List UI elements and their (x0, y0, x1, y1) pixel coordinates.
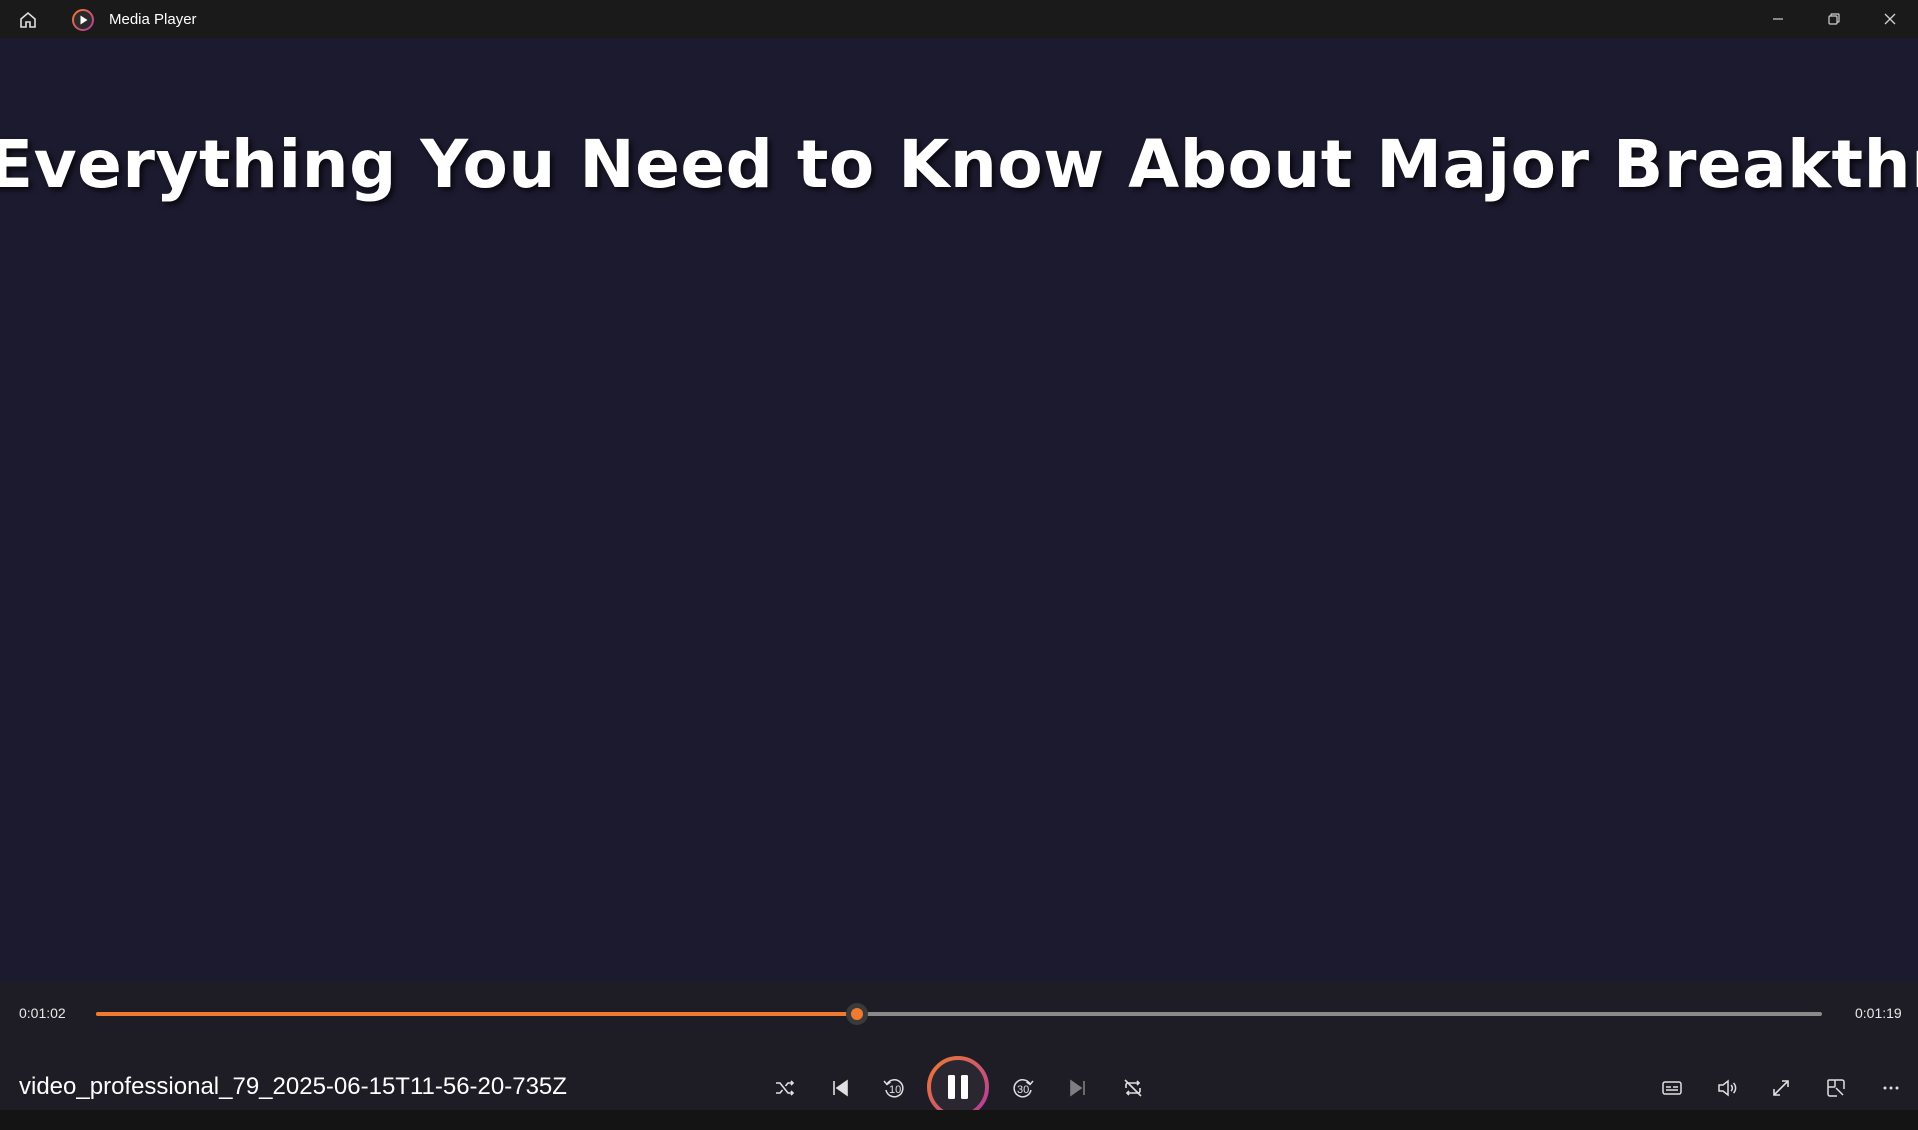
seek-bar-progress (96, 1012, 858, 1016)
more-options-button[interactable] (1871, 1068, 1911, 1108)
next-button[interactable] (1058, 1068, 1098, 1108)
skip-forward-30-button[interactable]: 30 (1003, 1068, 1043, 1108)
taskbar-strip (0, 1110, 1918, 1130)
shuffle-button[interactable] (765, 1068, 805, 1108)
more-options-icon (1883, 1086, 1899, 1090)
shuffle-icon (776, 1080, 795, 1096)
minimize-icon (1773, 18, 1783, 20)
repeat-off-icon (1124, 1079, 1142, 1097)
volume-icon (1718, 1079, 1737, 1097)
skip-back-10-label: 10 (889, 1084, 902, 1096)
home-button[interactable] (16, 8, 40, 32)
total-time: 0:01:19 (1855, 1005, 1902, 1021)
mini-player-icon (1827, 1079, 1845, 1097)
previous-button[interactable] (820, 1068, 860, 1108)
volume-button[interactable] (1707, 1068, 1747, 1108)
media-filename: video_professional_79_2025-06-15T11-56-2… (19, 1073, 567, 1100)
previous-icon (833, 1079, 848, 1097)
skip-forward-30-label: 30 (1017, 1084, 1030, 1096)
restore-icon (1828, 13, 1840, 25)
repeat-button[interactable] (1113, 1068, 1153, 1108)
video-overlay-title: Everything You Need to Know About Major … (0, 126, 1918, 203)
restore-button[interactable] (1806, 0, 1862, 38)
title-bar: Media Player (0, 0, 1918, 38)
next-icon (1070, 1079, 1085, 1097)
fullscreen-icon (1773, 1080, 1789, 1096)
mini-player-button[interactable] (1816, 1068, 1856, 1108)
minimize-button[interactable] (1750, 0, 1806, 38)
seek-thumb[interactable] (846, 1003, 869, 1025)
captions-icon (1662, 1081, 1682, 1095)
app-logo-icon (71, 8, 95, 32)
close-button[interactable] (1862, 0, 1918, 38)
fullscreen-button[interactable] (1761, 1068, 1801, 1108)
video-canvas[interactable]: Everything You Need to Know About Major … (0, 38, 1918, 1000)
home-icon (20, 11, 36, 28)
close-icon (1884, 13, 1896, 25)
seek-bar[interactable] (96, 1003, 1822, 1025)
current-time: 0:01:02 (19, 1005, 66, 1021)
skip-back-10-button[interactable]: 10 (874, 1068, 914, 1108)
window-title: Media Player (109, 11, 197, 28)
captions-button[interactable] (1652, 1068, 1692, 1108)
